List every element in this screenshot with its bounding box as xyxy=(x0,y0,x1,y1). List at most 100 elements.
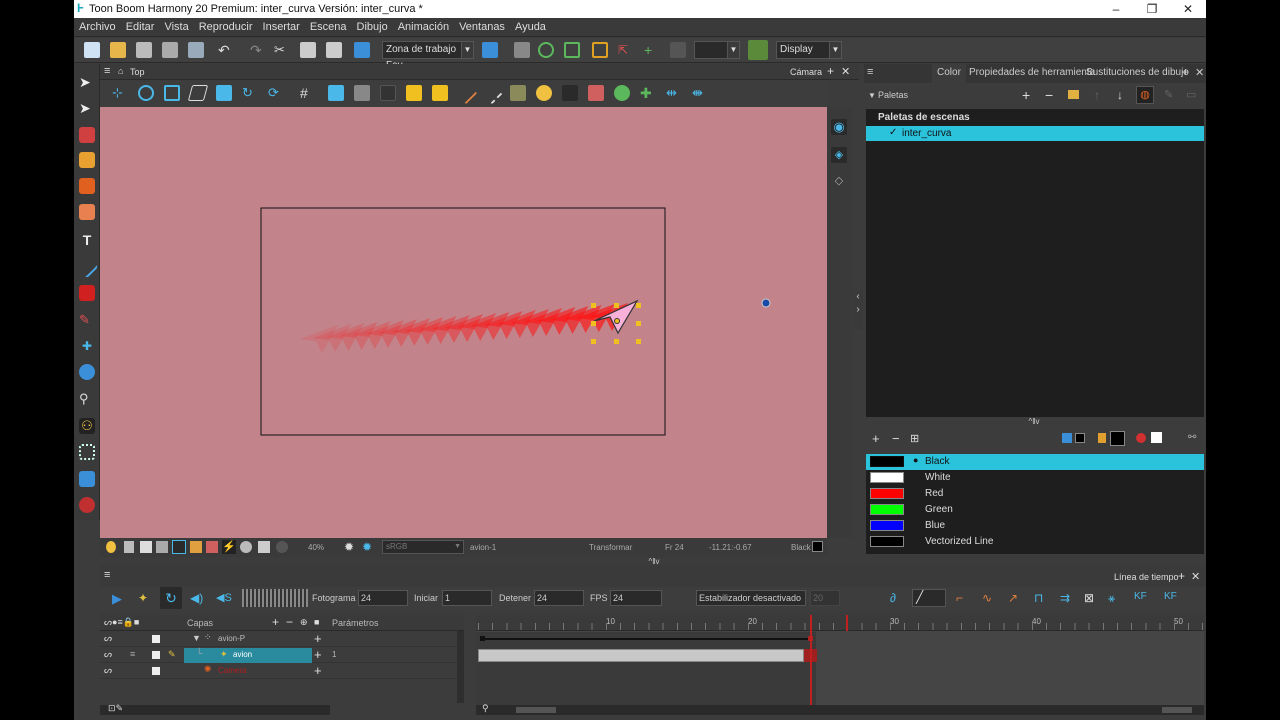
rigging-tool-icon[interactable] xyxy=(79,471,95,487)
zoom-value[interactable]: 40% xyxy=(308,543,324,552)
add-tab-icon[interactable]: + xyxy=(827,64,834,78)
colorspace-select[interactable]: sRGB ▼ xyxy=(382,540,464,554)
frames-scroll-thumb[interactable] xyxy=(1162,707,1192,713)
flip-icon[interactable] xyxy=(216,85,232,101)
reset-view-icon[interactable]: ⊹ xyxy=(112,85,128,101)
lock-small-icon[interactable] xyxy=(190,541,202,553)
layer-name[interactable]: avion xyxy=(233,650,252,659)
loop-icon[interactable]: ↻ xyxy=(160,587,182,609)
visibility-icon[interactable]: ᔕ xyxy=(104,665,112,676)
add-texture-icon[interactable]: ⊞ xyxy=(910,432,919,445)
add-color-icon[interactable]: + xyxy=(872,431,880,446)
move-down-icon[interactable]: ↓ xyxy=(1117,88,1123,102)
menu-insertar[interactable]: Insertar xyxy=(258,18,305,37)
onion-skin-icon[interactable] xyxy=(354,85,370,101)
layer-color-icon[interactable] xyxy=(152,635,160,643)
sound-scrub-icon[interactable]: ◀S xyxy=(216,591,232,604)
add-param-icon[interactable]: + xyxy=(314,631,322,646)
home-icon[interactable]: ⌂ xyxy=(118,66,123,76)
menu-ventanas[interactable]: Ventanas xyxy=(454,18,510,37)
camera-mask-icon[interactable] xyxy=(562,85,578,101)
add-peg-icon[interactable]: ⊕ xyxy=(300,617,308,628)
layer-row-camera[interactable]: ᔕ ✺ Camera + xyxy=(100,663,464,679)
perspective-icon[interactable] xyxy=(187,85,209,101)
rotate-view-icon[interactable]: ↻ xyxy=(242,85,258,101)
shade-icon[interactable] xyxy=(380,85,396,101)
layers-icon[interactable]: ◈ xyxy=(831,147,847,163)
light-bulb-icon[interactable] xyxy=(536,85,552,101)
morph-tool-icon[interactable] xyxy=(79,497,95,513)
layer-name[interactable]: Camera xyxy=(218,666,246,675)
import-icon[interactable] xyxy=(188,42,204,58)
layer-row-avion[interactable]: ᔕ ≡ ✎ └ ✦ avion + 1 xyxy=(100,647,464,663)
tab-color[interactable]: Color xyxy=(932,64,966,83)
pivot-tool-icon[interactable]: ✚ xyxy=(79,338,95,354)
paste-icon[interactable] xyxy=(326,42,342,58)
bulb-icon[interactable] xyxy=(106,541,116,553)
pencil-color-icon[interactable] xyxy=(1098,433,1106,443)
panel-menu-icon[interactable]: ≡ xyxy=(104,65,110,77)
remove-keyframe-icon[interactable]: KF xyxy=(1164,591,1177,602)
frame-ruler[interactable]: 10 20 30 40 50 xyxy=(476,615,1204,631)
flip-horizontal-icon[interactable]: ⇹ xyxy=(666,85,682,101)
line-style-select[interactable]: ╱ xyxy=(912,589,946,607)
frame-input[interactable]: 24 xyxy=(358,590,408,606)
cutter-tool-icon[interactable] xyxy=(79,444,95,460)
layer-name[interactable]: avion-P xyxy=(218,634,245,643)
node-icon[interactable] xyxy=(538,42,554,58)
stage-canvas[interactable] xyxy=(100,107,827,538)
close-panel-icon[interactable]: ✕ xyxy=(1191,570,1200,583)
move-up-icon[interactable]: ↑ xyxy=(1094,88,1100,102)
reset-rotation-icon[interactable] xyxy=(138,85,154,101)
add-palette-icon[interactable]: + xyxy=(1022,87,1030,103)
motion-keyframe-icon[interactable]: ⊓ xyxy=(1034,591,1043,605)
workspace-icon[interactable] xyxy=(354,42,370,58)
house-icon[interactable] xyxy=(258,541,270,553)
stabilizer-select[interactable]: Estabilizador desactivado xyxy=(696,590,806,606)
crop-icon[interactable] xyxy=(172,540,186,554)
visibility-all-icon[interactable]: ᔕ●≡🔒■ xyxy=(104,617,139,628)
line-color-swatch[interactable] xyxy=(1075,433,1085,443)
frames-scrollbar[interactable]: ⚲ xyxy=(476,703,1204,715)
tab-tool-properties[interactable]: Propiedades de herramienta xyxy=(969,67,1095,78)
gear-icon[interactable]: ✹ xyxy=(344,540,358,554)
cut-icon[interactable]: ✂ xyxy=(274,42,290,58)
playback-speed-slider[interactable] xyxy=(242,589,308,607)
ruler-icon[interactable] xyxy=(454,81,478,105)
onion-icon[interactable]: ∂ xyxy=(890,591,896,605)
sync-icon[interactable] xyxy=(240,541,252,553)
fill-color-swatch[interactable] xyxy=(1110,431,1125,446)
copy-keyframe-icon[interactable]: ⚹ xyxy=(1108,591,1115,606)
frames-zoom-slider[interactable] xyxy=(516,707,556,713)
add-layer-icon[interactable]: + xyxy=(272,615,279,629)
camera-breadcrumb[interactable]: Top xyxy=(130,67,145,77)
save-icon[interactable] xyxy=(136,42,152,58)
paint-tool-icon[interactable] xyxy=(79,285,95,301)
layer-row-avion-p[interactable]: ᔕ ▼ ⁘ avion-P + xyxy=(100,631,464,647)
palette-item-inter-curva[interactable]: ✓ inter_curva xyxy=(866,126,1204,141)
play-icon[interactable]: ▶ xyxy=(112,591,122,607)
pencil-tool-icon[interactable] xyxy=(79,152,95,168)
blank-select[interactable]: ▼ xyxy=(694,41,740,59)
panel-menu-icon[interactable]: ≡ xyxy=(867,66,873,78)
layer-options-icon[interactable]: ■ xyxy=(314,617,319,627)
display-select[interactable]: Display ▼ xyxy=(776,41,842,59)
paint-bucket-icon[interactable] xyxy=(1136,433,1146,443)
layer-stack-icon[interactable]: ≡ xyxy=(130,649,135,659)
close-panel-icon[interactable]: ✕ xyxy=(841,65,850,78)
add-param-icon[interactable]: + xyxy=(314,647,322,662)
transform-tool-icon[interactable]: ⚇ xyxy=(79,418,95,434)
scale-icon[interactable]: ⇱ xyxy=(618,42,634,58)
measure-icon[interactable] xyxy=(480,81,504,105)
pin-icon[interactable] xyxy=(670,42,686,58)
peg-icon[interactable] xyxy=(614,85,630,101)
eyedropper-icon[interactable] xyxy=(1062,433,1072,443)
menu-editar[interactable]: Editar xyxy=(121,18,160,37)
color-row-blue[interactable]: Blue xyxy=(866,518,1204,534)
turn-view-icon[interactable]: ⟳ xyxy=(268,85,284,101)
menu-dibujo[interactable]: Dibujo xyxy=(352,18,393,37)
eraser-tool-icon[interactable] xyxy=(79,204,95,220)
sound-icon[interactable]: ◀) xyxy=(190,591,203,605)
camera-icon[interactable] xyxy=(156,541,168,553)
add-param-icon[interactable]: + xyxy=(314,663,322,678)
